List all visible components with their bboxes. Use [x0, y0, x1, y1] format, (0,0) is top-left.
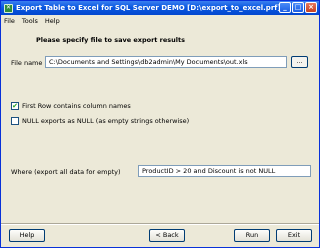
window-title: Export Table to Excel for SQL Server DEM…: [16, 4, 281, 12]
window-controls: _ □ ×: [279, 2, 317, 13]
browse-button[interactable]: ...: [291, 56, 308, 68]
file-name-input[interactable]: C:\Documents and Settings\db2admin\My Do…: [45, 56, 287, 68]
exit-button[interactable]: Exit: [276, 229, 312, 242]
first-row-option[interactable]: ✔ First Row contains column names: [11, 102, 131, 110]
help-button[interactable]: Help: [9, 229, 45, 242]
first-row-checkbox[interactable]: ✔: [11, 102, 19, 110]
null-exports-checkbox[interactable]: [11, 117, 19, 125]
menu-tools[interactable]: Tools: [22, 17, 38, 25]
menu-help[interactable]: Help: [45, 17, 60, 25]
back-button[interactable]: < Back: [149, 229, 185, 242]
minimize-button[interactable]: _: [279, 2, 291, 13]
page-title: Please specify file to save export resul…: [36, 36, 185, 44]
first-row-label: First Row contains column names: [22, 102, 131, 110]
divider-highlight: [1, 224, 319, 225]
run-button[interactable]: Run: [234, 229, 270, 242]
menu-file[interactable]: File: [4, 17, 15, 25]
null-exports-label: NULL exports as NULL (as empty strings o…: [22, 117, 190, 125]
header-panel: Please specify file to save export resul…: [1, 26, 319, 48]
where-input[interactable]: ProductID > 20 and Discount is not NULL: [138, 165, 311, 177]
title-bar[interactable]: ✕ Export Table to Excel for SQL Server D…: [1, 1, 319, 15]
close-button[interactable]: ×: [305, 2, 317, 13]
null-exports-option[interactable]: NULL exports as NULL (as empty strings o…: [11, 117, 189, 125]
excel-export-icon: ✕: [4, 3, 13, 13]
app-window: ✕ Export Table to Excel for SQL Server D…: [0, 0, 320, 248]
menu-bar: File Tools Help: [1, 15, 319, 26]
where-label: Where (export all data for empty): [11, 168, 121, 176]
file-name-label: File name: [11, 59, 43, 67]
maximize-button[interactable]: □: [292, 2, 304, 13]
